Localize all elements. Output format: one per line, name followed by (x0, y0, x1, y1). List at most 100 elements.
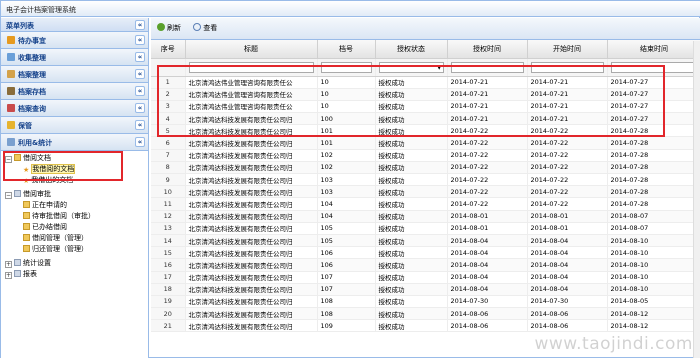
table-cell: 授权成功 (375, 149, 448, 162)
star-icon: ★ (23, 177, 30, 185)
table-cell: 2014-07-21 (527, 100, 608, 114)
column-header[interactable]: 序号 (151, 40, 186, 59)
column-header[interactable]: 授权时间 (447, 40, 528, 59)
table-row[interactable]: 4 北京清鸿达科技发展有限责任公司归 100 授权成功 2014-07-21 2014-0… (151, 112, 700, 126)
filter-start-time-input[interactable] (530, 61, 604, 73)
table-row[interactable]: 19 北京清鸿达科技发展有限责任公司归 108 授权成功 2014-07-30 2014-… (151, 295, 700, 309)
table-row[interactable]: 9 北京清鸿达科技发展有限责任公司归 103 授权成功 2014-07-22 2014-0… (151, 173, 700, 187)
main-panel: 刷新 查看 序号 标题 档号 授权状态 授权时间 开始时间 结束时间 ▼ 1 北… (151, 18, 700, 358)
table-cell: 北京清鸿达科技发展有限责任公司归 (185, 136, 318, 150)
table-cell: 10 (317, 100, 376, 114)
accordion-section-label: 档案查询 (18, 105, 46, 113)
accordion-section[interactable]: 档案存档 « (1, 83, 148, 100)
table-cell: 2014-07-22 (527, 173, 608, 187)
table-row[interactable]: 15 北京清鸿达科技发展有限责任公司归 106 授权成功 2014-08-04 2014-… (151, 246, 700, 260)
tree-node-applying[interactable]: 正在申请的 (5, 200, 148, 211)
table-row[interactable]: 20 北京清鸿达科技发展有限责任公司归 108 授权成功 2014-08-06 2014-… (151, 307, 700, 321)
table-row[interactable]: 5 北京清鸿达科技发展有限责任公司归 101 授权成功 2014-07-22 2014-0… (151, 124, 700, 138)
table-row[interactable]: 10 北京清鸿达科技发展有限责任公司归 103 授权成功 2014-07-22 2014-… (151, 185, 700, 199)
tree-node-pending[interactable]: 待审批借阅（审批） (5, 211, 148, 222)
refresh-button[interactable]: 刷新 (157, 23, 181, 33)
collapse-node-icon[interactable]: − (5, 156, 12, 163)
filter-archive-no-input[interactable] (320, 61, 372, 73)
table-cell: 授权成功 (375, 100, 448, 114)
filter-status-select[interactable]: ▼ (378, 61, 444, 73)
chevron-icon[interactable]: « (135, 103, 145, 113)
table-row[interactable]: 8 北京清鸿达科技发展有限责任公司归 102 授权成功 2014-07-22 2014-0… (151, 161, 700, 175)
table-row[interactable]: 21 北京清鸿达科技发展有限责任公司归 109 授权成功 2014-08-06 2014-… (151, 319, 700, 333)
chevron-icon[interactable]: « (135, 137, 145, 147)
table-cell: 2014-08-01 (527, 210, 608, 223)
expand-node-icon[interactable]: + (5, 261, 12, 268)
tree-node-stats-settings[interactable]: + 统计设置 (5, 258, 148, 269)
table-row[interactable]: 16 北京清鸿达科技发展有限责任公司归 106 授权成功 2014-08-04 2014-… (151, 258, 700, 272)
table-row[interactable]: 1 北京清鸿达伟业管理咨询有限责任公 10 授权成功 2014-07-21 2014-07… (151, 76, 700, 89)
table-cell: 2014-07-21 (527, 112, 608, 126)
column-header[interactable]: 标题 (185, 40, 318, 59)
table-row[interactable]: 2 北京清鸿达伟业管理咨询有限责任公 10 授权成功 2014-07-21 2014-07… (151, 88, 700, 101)
filter-auth-time-input[interactable] (450, 61, 524, 73)
table-cell: 17 (151, 271, 186, 284)
grid-scrollbar[interactable] (693, 41, 700, 358)
accordion-section[interactable]: 档案查询 « (1, 100, 148, 117)
expand-node-icon[interactable]: + (5, 272, 12, 279)
table-row[interactable]: 14 北京清鸿达科技发展有限责任公司归 105 授权成功 2014-08-04 2014-… (151, 234, 700, 248)
table-cell: 107 (317, 283, 376, 296)
table-cell: 北京清鸿达科技发展有限责任公司归 (185, 307, 318, 321)
accordion-section-label: 利用&统计 (18, 139, 53, 147)
tree-node-borrow-approval[interactable]: − 借阅审批 (5, 189, 148, 200)
accordion-section[interactable]: 待办事宜 « (1, 32, 148, 49)
accordion-section[interactable]: 利用&统计 « (1, 134, 148, 151)
view-button[interactable]: 查看 (193, 23, 217, 33)
doc-icon (23, 234, 30, 241)
chevron-icon[interactable]: « (135, 120, 145, 130)
table-cell: 2014-07-21 (447, 76, 528, 89)
table-row[interactable]: 11 北京清鸿达科技发展有限责任公司归 104 授权成功 2014-07-22 2014-… (151, 197, 700, 211)
table-row[interactable]: 13 北京清鸿达科技发展有限责任公司归 105 授权成功 2014-08-01 2014-… (151, 222, 700, 235)
table-cell: 2014-08-12 (607, 307, 700, 321)
tree-node-borrow-manage[interactable]: 借阅管理（管理） (5, 233, 148, 244)
table-row[interactable]: 18 北京清鸿达科技发展有限责任公司归 107 授权成功 2014-08-04 2014-… (151, 283, 700, 296)
table-cell: 北京清鸿达科技发展有限责任公司归 (185, 185, 318, 199)
chevron-icon[interactable]: « (135, 35, 145, 45)
table-cell: 18 (151, 283, 186, 296)
table-cell: 107 (317, 271, 376, 284)
tree-node-reports[interactable]: + 报表 (5, 269, 148, 280)
table-cell: 2014-08-04 (527, 258, 608, 272)
table-row[interactable]: 6 北京清鸿达科技发展有限责任公司归 101 授权成功 2014-07-22 2014-0… (151, 136, 700, 150)
collapse-node-icon[interactable]: − (5, 192, 12, 199)
filter-title-input[interactable] (188, 61, 314, 73)
grid-filter-row: ▼ (151, 58, 700, 77)
tree-node-borrow-docs[interactable]: − 借阅文档 (5, 153, 148, 164)
table-cell: 101 (317, 124, 376, 138)
chevron-icon[interactable]: « (135, 86, 145, 96)
table-cell: 2014-08-07 (607, 222, 700, 235)
column-header[interactable]: 结束时间 (607, 40, 700, 59)
chevron-icon[interactable]: « (135, 52, 145, 62)
table-row[interactable]: 3 北京清鸿达伟业管理咨询有限责任公 10 授权成功 2014-07-21 2014-07… (151, 100, 700, 114)
tree-node-my-borrowed[interactable]: ★ 我借阅的文档 (5, 164, 148, 175)
accordion-section[interactable]: 收集整理 « (1, 49, 148, 66)
table-cell: 108 (317, 307, 376, 321)
chevron-icon[interactable]: « (135, 69, 145, 79)
table-row[interactable]: 12 北京清鸿达科技发展有限责任公司归 104 授权成功 2014-08-01 2014-… (151, 210, 700, 223)
table-cell: 授权成功 (375, 76, 448, 89)
table-row[interactable]: 7 北京清鸿达科技发展有限责任公司归 102 授权成功 2014-07-22 2014-0… (151, 149, 700, 162)
accordion-section[interactable]: 保管 « (1, 117, 148, 134)
toolbar: 刷新 查看 (151, 18, 700, 40)
column-header[interactable]: 授权状态 (375, 40, 448, 59)
app-window: 电子会计档案管理系统 菜单列表 « 待办事宜 «收集整理 «档案整理 «档案存档 «档案… (0, 0, 700, 358)
tree-node-return-manage[interactable]: 归还管理（管理） (5, 244, 148, 255)
column-header[interactable]: 档号 (317, 40, 376, 59)
tree-node-my-lent[interactable]: ★ 我借出的文档 (5, 175, 148, 186)
accordion-section[interactable]: 档案整理 « (1, 66, 148, 83)
table-row[interactable]: 17 北京清鸿达科技发展有限责任公司归 107 授权成功 2014-08-04 2014-… (151, 271, 700, 284)
collapse-left-icon[interactable]: « (135, 20, 145, 30)
query-icon (7, 104, 15, 112)
table-cell: 3 (151, 100, 186, 114)
tree-node-finished[interactable]: 已办结借阅 (5, 222, 148, 233)
magnifier-icon (193, 23, 202, 31)
column-header[interactable]: 开始时间 (527, 40, 608, 59)
table-cell: 2014-07-22 (447, 124, 528, 138)
filter-end-time-input[interactable] (610, 61, 698, 73)
